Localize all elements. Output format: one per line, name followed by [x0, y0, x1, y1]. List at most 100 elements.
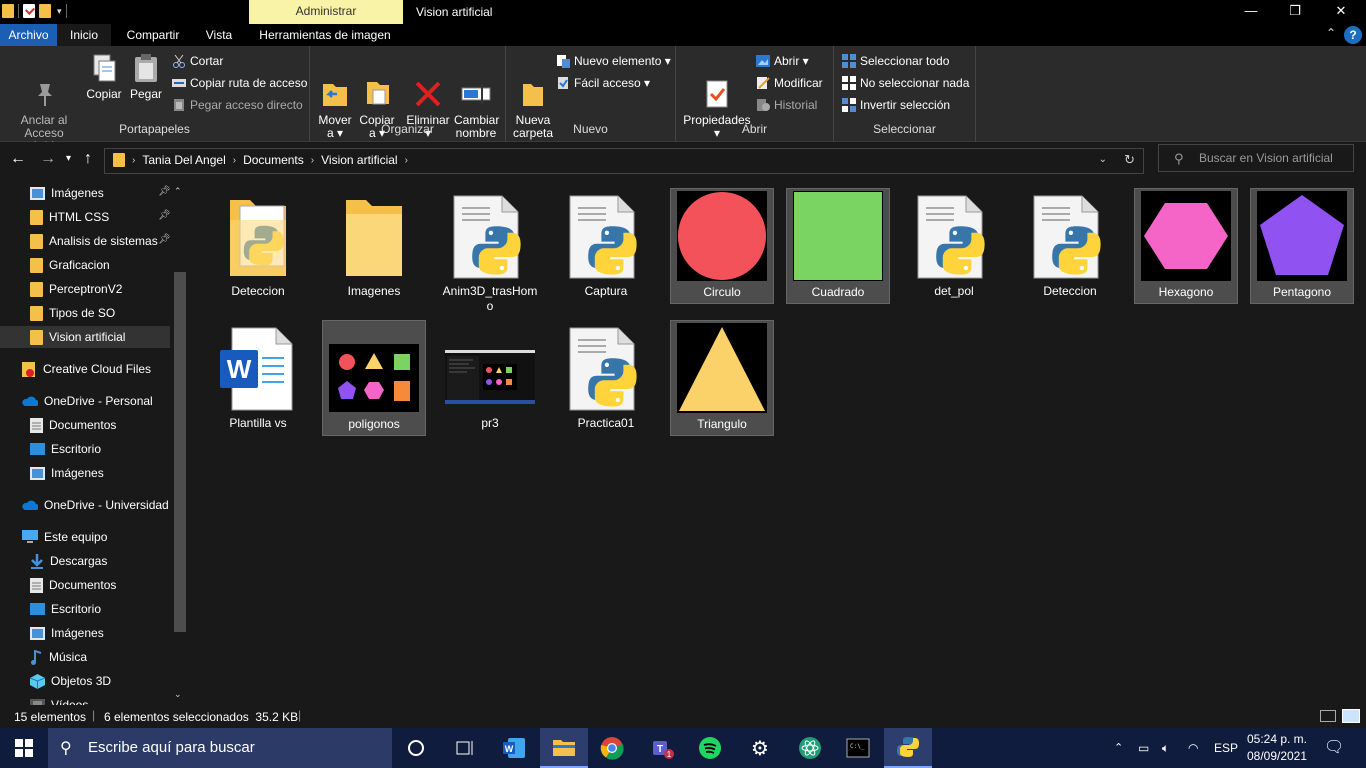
file-item[interactable]: pr3: [438, 320, 542, 436]
refresh-icon[interactable]: ↻: [1124, 152, 1135, 168]
tab-vista[interactable]: Vista: [195, 24, 243, 46]
back-arrow-icon[interactable]: ←: [10, 150, 26, 168]
address-box[interactable]: › Tania Del Angel › Documents › Vision a…: [104, 148, 1144, 174]
sidebar-item[interactable]: Analisis de sistemas: [30, 230, 158, 252]
sidebar-item[interactable]: Descargas: [30, 550, 107, 572]
sidebar-item[interactable]: Este equipo: [22, 526, 107, 548]
clock[interactable]: 05:24 p. m. 08/09/2021: [1244, 731, 1310, 765]
large-icons-view-icon[interactable]: [1342, 709, 1360, 723]
file-item[interactable]: Circulo: [670, 188, 774, 304]
sidebar-item[interactable]: Imágenes: [30, 182, 104, 204]
wifi-icon[interactable]: ◠: [1188, 728, 1198, 768]
sidebar-item[interactable]: Imágenes: [30, 622, 104, 644]
file-item[interactable]: Cuadrado: [786, 188, 890, 304]
navigation-scroll-thumb[interactable]: [174, 272, 186, 632]
paste-button[interactable]: Pegar: [128, 52, 164, 101]
teams-taskbar-app[interactable]: T1: [638, 728, 686, 768]
sidebar-item[interactable]: Tipos de SO: [30, 302, 115, 324]
sidebar-item[interactable]: Escritorio: [30, 598, 101, 620]
atom-taskbar-app[interactable]: [786, 728, 834, 768]
sidebar-item[interactable]: Vision artificial: [0, 326, 170, 348]
scroll-up-icon[interactable]: ⌃: [174, 186, 182, 197]
new-folder-quick-icon[interactable]: [39, 4, 51, 18]
file-item[interactable]: Hexagono: [1134, 188, 1238, 304]
properties-quick-icon[interactable]: [23, 4, 35, 18]
file-item[interactable]: Captura: [554, 188, 658, 304]
sidebar-item[interactable]: Escritorio: [30, 438, 101, 460]
tab-herramientas-imagen[interactable]: Herramientas de imagen: [252, 24, 398, 46]
spotify-taskbar-app[interactable]: [686, 728, 734, 768]
file-item[interactable]: Anim3D_trasHomo: [438, 188, 542, 313]
breadcrumb-vision-artificial[interactable]: Vision artificial: [321, 153, 397, 167]
sidebar-item-label: Descargas: [50, 554, 108, 568]
sidebar-item[interactable]: PerceptronV2: [30, 278, 122, 300]
file-explorer-taskbar-app[interactable]: [540, 728, 588, 768]
tab-compartir[interactable]: Compartir: [117, 24, 189, 46]
terminal-taskbar-app[interactable]: C:\_: [834, 728, 882, 768]
paste-shortcut-button[interactable]: Pegar acceso directo: [172, 96, 303, 114]
sidebar-item[interactable]: Música: [30, 646, 87, 668]
sidebar-item[interactable]: Documentos: [30, 574, 116, 596]
tab-inicio[interactable]: Inicio: [57, 24, 111, 46]
sidebar-item[interactable]: OneDrive - Personal: [22, 390, 153, 412]
select-all-button[interactable]: Seleccionar todo: [842, 52, 949, 70]
easy-access-button[interactable]: Fácil acceso ▾: [556, 74, 650, 92]
sidebar-item[interactable]: OneDrive - Universidad: [22, 494, 169, 516]
customize-quick-access-icon[interactable]: ▾: [57, 6, 62, 17]
file-item[interactable]: Practica01: [554, 320, 658, 436]
notifications-icon[interactable]: 🗨︎: [1324, 728, 1344, 768]
select-none-button[interactable]: No seleccionar nada: [842, 74, 969, 92]
address-history-chevron-icon[interactable]: ⌄: [1099, 154, 1107, 165]
show-hidden-icons-icon[interactable]: ⌃: [1114, 728, 1123, 768]
maximize-button[interactable]: ❐: [1272, 0, 1318, 24]
file-item[interactable]: Pentagono: [1250, 188, 1354, 304]
file-item[interactable]: Imagenes: [322, 188, 426, 304]
sidebar-item[interactable]: Creative Cloud Files: [22, 358, 151, 380]
new-item-button[interactable]: Nuevo elemento ▾: [556, 52, 671, 70]
forward-arrow-icon[interactable]: →: [40, 150, 56, 168]
breadcrumb-documents[interactable]: Documents: [243, 153, 304, 167]
recent-locations-chevron-icon[interactable]: ▾: [66, 153, 71, 164]
file-item[interactable]: Deteccion: [206, 188, 310, 304]
task-view-button[interactable]: [440, 728, 488, 768]
word-taskbar-app[interactable]: W: [490, 728, 538, 768]
history-button[interactable]: Historial: [756, 96, 817, 114]
sidebar-item[interactable]: Documentos: [30, 414, 116, 436]
help-icon[interactable]: ?: [1344, 26, 1362, 44]
sidebar-item[interactable]: Vídeos: [30, 694, 88, 705]
cut-button[interactable]: Cortar: [172, 52, 223, 70]
close-button[interactable]: ✕: [1318, 0, 1364, 24]
scroll-down-icon[interactable]: ⌄: [174, 689, 182, 700]
collapse-ribbon-icon[interactable]: ⌃: [1326, 26, 1336, 40]
file-item[interactable]: poligonos: [322, 320, 426, 436]
volume-icon[interactable]: 🔈︎: [1162, 728, 1169, 768]
file-item[interactable]: Triangulo: [670, 320, 774, 436]
edit-button[interactable]: Modificar: [756, 74, 823, 92]
details-view-icon[interactable]: [1320, 710, 1336, 722]
chrome-taskbar-app[interactable]: [588, 728, 636, 768]
file-item[interactable]: det_pol: [902, 188, 1006, 304]
tab-administrar[interactable]: Administrar: [249, 0, 403, 24]
sidebar-item[interactable]: Objetos 3D: [30, 670, 111, 692]
minimize-button[interactable]: —: [1228, 0, 1274, 24]
invert-selection-button[interactable]: Invertir selección: [842, 96, 950, 114]
battery-icon[interactable]: ▭: [1138, 728, 1149, 768]
sidebar-item[interactable]: HTML CSS: [30, 206, 109, 228]
search-input[interactable]: Buscar en Vision artificial: [1158, 144, 1354, 172]
python-taskbar-app[interactable]: [884, 728, 932, 768]
cortana-button[interactable]: [392, 728, 440, 768]
open-button[interactable]: Abrir ▾: [756, 52, 809, 70]
language-indicator[interactable]: ESP: [1214, 728, 1238, 768]
sidebar-item[interactable]: Imágenes: [30, 462, 104, 484]
up-arrow-icon[interactable]: ↑: [84, 150, 92, 168]
file-item[interactable]: W Plantilla vs: [206, 320, 310, 436]
copy-path-button[interactable]: Copiar ruta de acceso: [172, 74, 307, 92]
breadcrumb-tania-del-angel[interactable]: Tania Del Angel: [142, 153, 225, 167]
taskbar-search-input[interactable]: Escribe aquí para buscar: [48, 728, 392, 768]
start-button[interactable]: [0, 728, 48, 768]
settings-taskbar-app[interactable]: ⚙: [736, 728, 784, 768]
sidebar-item[interactable]: Graficacion: [30, 254, 110, 276]
pin-quick-access-button[interactable]: Anclar al Acceso rápido: [6, 52, 82, 153]
copy-button[interactable]: Copiar: [84, 52, 124, 101]
file-item[interactable]: Deteccion: [1018, 188, 1122, 304]
